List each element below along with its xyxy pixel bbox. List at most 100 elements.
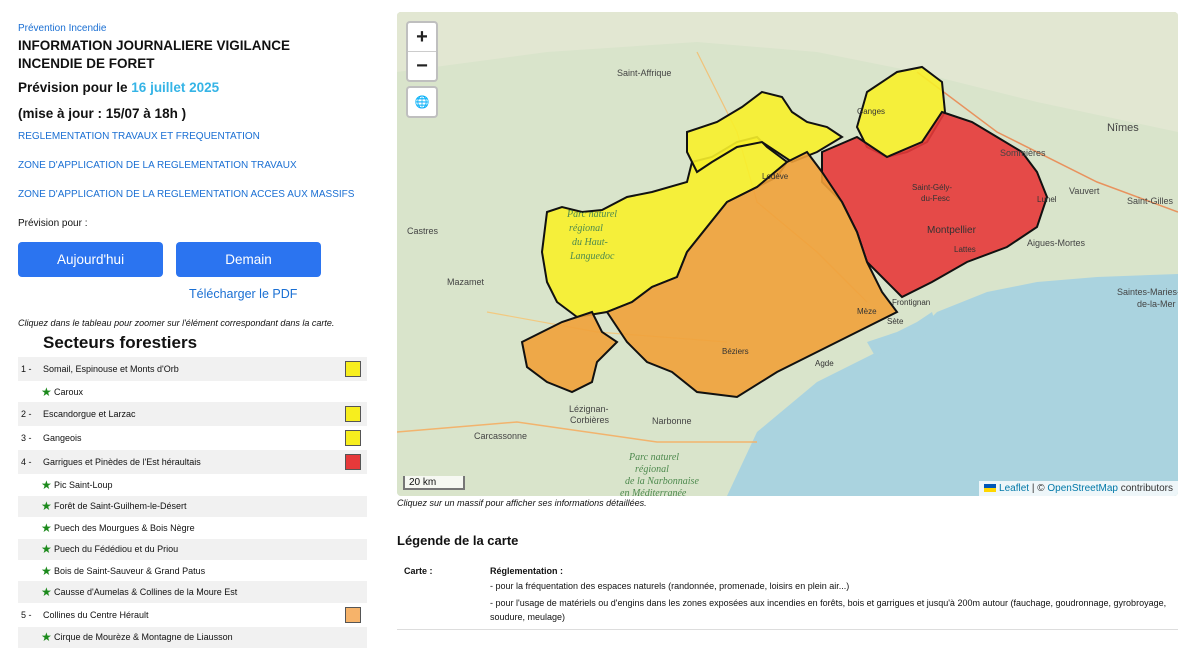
massif-label: Causse d'Aumelas & Collines de la Moure …	[54, 587, 238, 598]
svg-text:Castres: Castres	[407, 226, 439, 236]
map-caption: Cliquez sur un massif pour afficher ses …	[397, 498, 647, 508]
massif-label: Cirque de Mourèze & Montagne de Liausson	[54, 632, 233, 643]
massif-row[interactable]: ★ Pic Saint-Loup	[18, 474, 367, 495]
page-title: INFORMATION JOURNALIERE VIGILANCE INCEND…	[18, 38, 291, 71]
svg-text:Agde: Agde	[815, 359, 834, 368]
table-hint: Cliquez dans le tableau pour zoomer sur …	[18, 318, 335, 328]
forecast-date: 16 juillet 2025	[131, 80, 220, 95]
legend-heading: Réglementation :	[490, 566, 564, 576]
svg-text:Parc naturel: Parc naturel	[566, 209, 617, 220]
svg-text:Narbonne: Narbonne	[652, 416, 692, 426]
sector-number: 1 -	[21, 364, 32, 374]
sector-label: Escandorgue et Larzac	[43, 409, 136, 420]
svg-text:Béziers: Béziers	[722, 347, 749, 356]
link-zone-travaux[interactable]: ZONE D'APPLICATION DE LA REGLEMENTATION …	[18, 160, 297, 171]
svg-text:Sommières: Sommières	[1000, 148, 1046, 158]
risk-level-swatch	[345, 606, 361, 623]
legend-key: Carte :	[404, 566, 433, 576]
map[interactable]: Saint-Affrique Nîmes Sommières Vauvert S…	[397, 12, 1178, 496]
risk-level-swatch	[345, 430, 361, 447]
forecast-prefix: Prévision pour le	[18, 80, 128, 95]
svg-text:du-Fesc: du-Fesc	[921, 194, 950, 203]
svg-text:Parc naturel: Parc naturel	[628, 452, 679, 463]
svg-text:Sète: Sète	[887, 317, 904, 326]
star-icon: ★	[41, 384, 52, 399]
svg-text:régional: régional	[569, 223, 603, 234]
link-reglementation[interactable]: REGLEMENTATION TRAVAUX ET FREQUENTATION	[18, 131, 260, 142]
download-pdf-link[interactable]: Télécharger le PDF	[189, 287, 297, 301]
svg-text:Languedoc: Languedoc	[569, 251, 615, 262]
scale-bar: 20 km	[403, 476, 465, 490]
leaflet-link[interactable]: Leaflet	[999, 483, 1029, 494]
massif-row[interactable]: ★ Caroux	[18, 381, 367, 402]
svg-text:Mazamet: Mazamet	[447, 277, 485, 287]
star-icon: ★	[41, 499, 52, 514]
prevision-label: Prévision pour :	[18, 218, 88, 229]
svg-text:du Haut-: du Haut-	[572, 237, 608, 248]
today-button[interactable]: Aujourd'hui	[18, 242, 163, 277]
svg-text:Lunel: Lunel	[1037, 195, 1057, 204]
sector-label: Somail, Espinouse et Monts d'Orb	[43, 364, 179, 374]
svg-text:régional: régional	[635, 464, 669, 475]
svg-text:Mèze: Mèze	[857, 307, 877, 316]
sector-number: 4 -	[21, 457, 32, 468]
zoom-in-button[interactable]: +	[408, 23, 436, 52]
osm-link[interactable]: OpenStreetMap	[1047, 483, 1118, 494]
map-canvas[interactable]: Saint-Affrique Nîmes Sommières Vauvert S…	[397, 12, 1178, 496]
sector-row[interactable]: 1 - Somail, Espinouse et Monts d'Orb	[18, 357, 367, 381]
massif-label: Puech du Fédédiou et du Priou	[54, 544, 179, 555]
star-icon: ★	[41, 563, 52, 578]
legend-row: Carte : Réglementation : - pour la fréqu…	[397, 559, 1178, 630]
star-icon: ★	[41, 478, 52, 493]
sector-label: Garrigues et Pinèdes de l'Est héraultais	[43, 457, 201, 468]
forecast-line: Prévision pour le 16 juillet 2025	[18, 80, 219, 95]
massif-row[interactable]: ★ Puech du Fédédiou et du Priou	[18, 538, 367, 560]
star-icon: ★	[41, 585, 52, 600]
massif-label: Bois de Saint-Sauveur & Grand Patus	[54, 565, 206, 576]
massif-row[interactable]: ★ Bois de Saint-Sauveur & Grand Patus	[18, 560, 367, 581]
kicker: Prévention Incendie	[18, 23, 107, 34]
zoom-out-button[interactable]: −	[408, 52, 436, 80]
star-icon: ★	[41, 630, 52, 645]
svg-text:Montpellier: Montpellier	[927, 225, 977, 236]
update-time: (mise à jour : 15/07 à 18h )	[18, 106, 187, 121]
massif-label: Forêt de Saint-Guilhem-le-Désert	[54, 501, 187, 512]
svg-text:Aigues-Mortes: Aigues-Mortes	[1027, 238, 1086, 248]
sectors-title: Secteurs forestiers	[43, 333, 198, 352]
layers-button[interactable]: 🌐	[406, 86, 438, 118]
map-attribution: Leaflet | © OpenStreetMap contributors	[979, 481, 1178, 496]
sector-row[interactable]: 5 - Collines du Centre Hérault	[18, 603, 367, 627]
tomorrow-button[interactable]: Demain	[176, 242, 321, 277]
attrib-tail: contributors	[1117, 483, 1173, 494]
svg-text:Carcassonne: Carcassonne	[474, 431, 527, 441]
leaflet-flag-icon	[984, 484, 997, 493]
svg-text:Lattes: Lattes	[954, 245, 976, 254]
massif-row[interactable]: ★ Puech des Mourgues & Bois Nègre	[18, 517, 367, 538]
svg-text:Frontignan: Frontignan	[892, 298, 930, 307]
massif-label: Puech des Mourgues & Bois Nègre	[54, 522, 195, 533]
svg-text:Lézignan-: Lézignan-	[569, 404, 609, 414]
sectors-table: 1 - Somail, Espinouse et Monts d'Orb ★ Caro…	[18, 357, 367, 648]
sector-row[interactable]: 2 - Escandorgue et Larzac	[18, 402, 367, 427]
sector-number: 5 -	[21, 609, 32, 620]
zoom-control: + −	[406, 21, 438, 82]
massif-label: Caroux	[54, 386, 84, 397]
link-zone-acces[interactable]: ZONE D'APPLICATION DE LA REGLEMENTATION …	[18, 189, 354, 200]
sector-label: Collines du Centre Hérault	[43, 609, 149, 620]
massif-row[interactable]: ★ Forêt de Saint-Guilhem-le-Désert	[18, 495, 367, 518]
svg-text:Corbières: Corbières	[570, 415, 610, 425]
star-icon: ★	[41, 520, 52, 535]
svg-text:Ganges: Ganges	[857, 107, 885, 116]
svg-text:Vauvert: Vauvert	[1069, 186, 1100, 196]
sector-number: 3 -	[21, 433, 32, 444]
sector-row[interactable]: 3 - Gangeois	[18, 426, 367, 450]
massif-row[interactable]: ★ Causse d'Aumelas & Collines de la Moure…	[18, 581, 367, 603]
svg-text:Saint-Gilles: Saint-Gilles	[1127, 196, 1174, 206]
legend-title: Légende de la carte	[397, 533, 519, 548]
sector-row[interactable]: 4 - Garrigues et Pinèdes de l'Est hérault…	[18, 450, 367, 475]
legend-line-2: - pour l'usage de matériels ou d'engins …	[490, 598, 1167, 622]
sector-label: Gangeois	[43, 433, 82, 444]
svg-text:Saint-Gély-: Saint-Gély-	[912, 183, 952, 192]
svg-text:Nîmes: Nîmes	[1107, 122, 1139, 134]
massif-row[interactable]: ★ Cirque de Mourèze & Montagne de Liausso…	[18, 626, 367, 648]
